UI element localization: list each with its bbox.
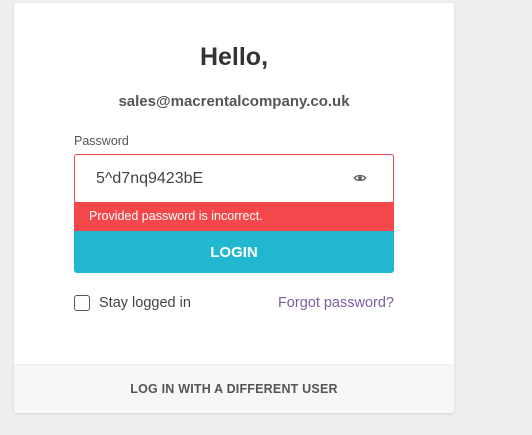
login-button[interactable]: LOGIN — [74, 231, 394, 273]
stay-logged-in-checkbox[interactable] — [74, 295, 90, 311]
stay-logged-in-label[interactable]: Stay logged in — [99, 295, 191, 311]
login-card: Hello, sales@macrentalcompany.co.uk Pass… — [14, 3, 454, 413]
password-label: Password — [74, 134, 129, 148]
forgot-password-link[interactable]: Forgot password? — [278, 295, 394, 311]
card-footer: LOG IN WITH A DIFFERENT USER — [14, 364, 454, 413]
password-input[interactable] — [75, 155, 345, 202]
user-email: sales@macrentalcompany.co.uk — [118, 93, 350, 110]
greeting-heading: Hello, — [199, 43, 269, 71]
different-user-link[interactable]: LOG IN WITH A DIFFERENT USER — [14, 365, 454, 413]
eye-icon[interactable] — [353, 171, 367, 185]
password-field — [74, 154, 394, 202]
password-error-message: Provided password is incorrect. — [74, 202, 394, 231]
stay-logged-in-row[interactable]: Stay logged in — [74, 294, 191, 312]
